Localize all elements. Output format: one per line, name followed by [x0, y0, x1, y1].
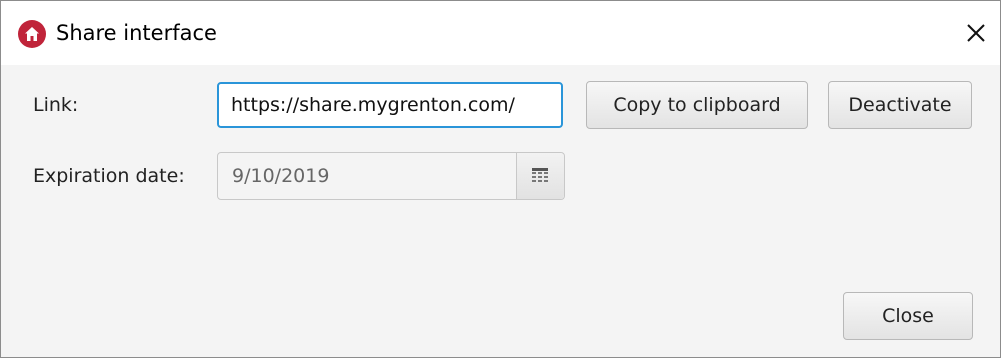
- title-bar: Share interface: [1, 1, 1000, 65]
- link-input[interactable]: [217, 82, 563, 128]
- close-icon[interactable]: [962, 19, 990, 47]
- copy-to-clipboard-button[interactable]: Copy to clipboard: [586, 81, 808, 129]
- dialog-title: Share interface: [56, 21, 217, 45]
- deactivate-button[interactable]: Deactivate: [828, 81, 972, 129]
- expiration-date-picker[interactable]: 9/10/2019: [217, 152, 565, 200]
- close-button[interactable]: Close: [843, 292, 973, 340]
- expiration-date-value: 9/10/2019: [232, 165, 330, 187]
- link-label: Link:: [33, 94, 79, 116]
- calendar-button[interactable]: [516, 153, 564, 199]
- expiration-date-label: Expiration date:: [33, 165, 185, 187]
- home-icon: [18, 20, 46, 48]
- share-interface-dialog: Share interface Link: Copy to clipboard …: [0, 0, 1001, 358]
